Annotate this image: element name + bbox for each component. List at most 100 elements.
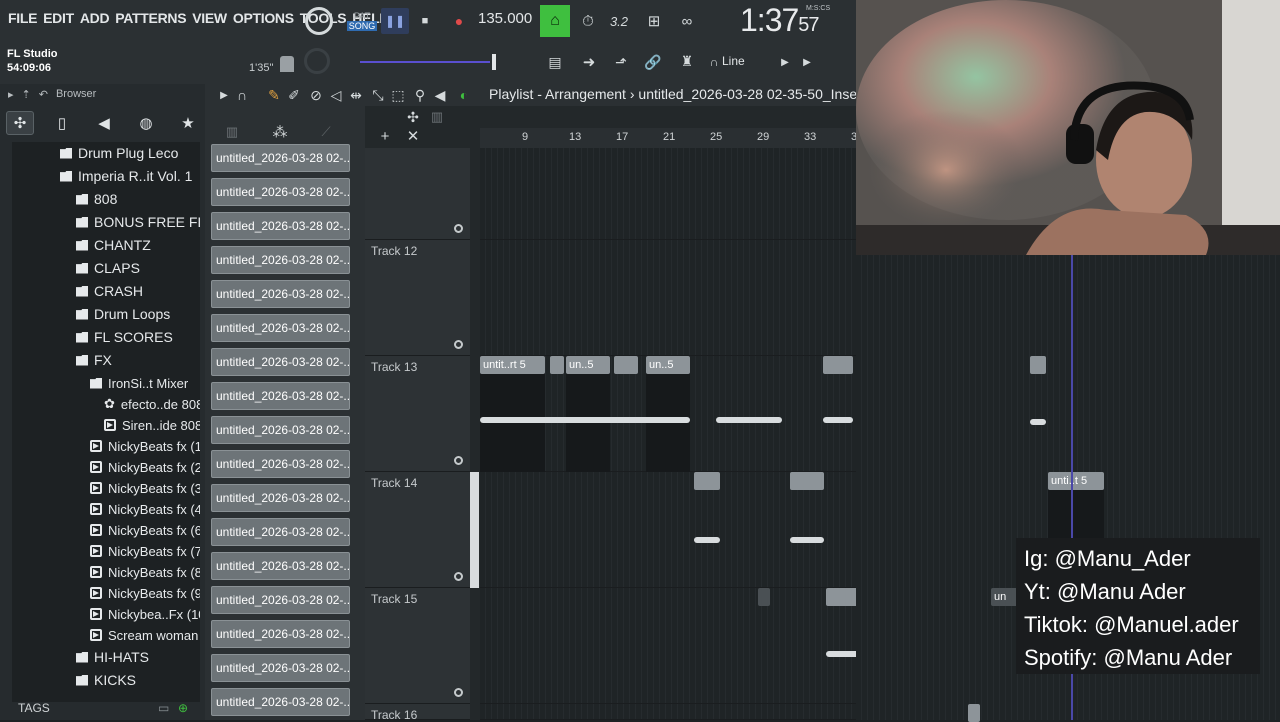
countdown-icon[interactable]: 3.2 <box>606 10 632 32</box>
clip-item[interactable]: untitled_2026-03-28 02-... <box>211 314 350 342</box>
record-icon[interactable]: ● <box>447 8 471 34</box>
clip-item[interactable]: untitled_2026-03-28 02-... <box>211 688 350 716</box>
tree-node[interactable]: CRASH <box>76 280 143 302</box>
audio-clip[interactable] <box>550 356 564 374</box>
tab-globe-icon[interactable]: ◍ <box>132 111 160 135</box>
master-volume-knob[interactable] <box>305 7 333 35</box>
tree-node[interactable]: Scream woman <box>90 624 198 646</box>
audio-clip[interactable]: un..5 <box>566 356 610 374</box>
track-mute-icon[interactable] <box>454 340 463 349</box>
tempo-display[interactable]: 135.000 <box>478 10 532 27</box>
delete-icon[interactable]: ⊘ <box>307 86 325 104</box>
tree-node[interactable]: Drum Loops <box>76 303 170 325</box>
tree-node[interactable]: IronSi..t Mixer <box>90 372 188 394</box>
menu-options[interactable]: OPTIONS <box>233 10 294 26</box>
clip-item[interactable]: untitled_2026-03-28 02-... <box>211 552 350 580</box>
track-mute-icon[interactable] <box>454 456 463 465</box>
audio-clip[interactable] <box>826 588 860 606</box>
audio-clip[interactable]: un..5 <box>646 356 690 374</box>
pat-song-toggle[interactable]: PAT SONG <box>346 6 378 36</box>
clip-item[interactable]: untitled_2026-03-28 02-... <box>211 586 350 614</box>
clip-item[interactable]: untitled_2026-03-28 02-... <box>211 178 350 206</box>
metronome-icon[interactable]: ⌂ <box>540 5 570 37</box>
clip-item[interactable]: untitled_2026-03-28 02-... <box>211 144 350 172</box>
folder-add-icon[interactable]: ▭ <box>158 701 169 715</box>
track-header[interactable]: Track 12 <box>365 240 470 356</box>
arrow-right-icon[interactable]: ➜ <box>578 52 600 72</box>
paint-icon[interactable]: ✐ <box>285 86 303 104</box>
arrangement-icon[interactable]: ◐ <box>455 86 473 104</box>
tree-node[interactable]: NickyBeats fx (2) <box>90 456 200 478</box>
snap-icon[interactable]: ∩ <box>706 52 722 72</box>
clip-item[interactable]: untitled_2026-03-28 02-... <box>211 620 350 648</box>
tree-node[interactable]: Drum Plug Leco <box>60 142 178 164</box>
tree-node[interactable]: HI-HATS <box>76 646 149 668</box>
snap-magnet-icon[interactable]: ♜ <box>676 50 698 72</box>
pitch-knob[interactable] <box>304 48 330 74</box>
tree-node[interactable]: NickyBeats fx (3) <box>90 477 200 499</box>
picker-automation-icon[interactable]: ⟋ <box>317 124 335 140</box>
track-mute-icon[interactable] <box>454 688 463 697</box>
tab-project-icon[interactable]: ▯ <box>48 111 76 135</box>
playback-icon[interactable]: ◀ <box>431 86 449 104</box>
clip-item[interactable]: untitled_2026-03-28 02-... <box>211 518 350 546</box>
clip-item[interactable]: untitled_2026-03-28 02-... <box>211 280 350 308</box>
browser-up-icon[interactable]: ⇡ <box>22 88 31 101</box>
tree-node[interactable]: Siren..ide 808 <box>104 414 200 436</box>
loop-record-icon[interactable]: ∞ <box>674 10 700 32</box>
track-header[interactable] <box>365 148 470 240</box>
tags-label[interactable]: TAGS <box>18 701 50 715</box>
browser-menu-icon[interactable]: ▸ <box>8 88 14 101</box>
browser-back-icon[interactable]: ↶ <box>39 88 48 101</box>
tree-node[interactable]: 808 <box>76 188 117 210</box>
tree-node[interactable]: Imperia R..it Vol. 1 <box>60 165 192 187</box>
audio-clip[interactable] <box>758 588 770 606</box>
menu-view[interactable]: VIEW <box>192 10 227 26</box>
snap-next-icon[interactable]: ▶ <box>778 52 792 72</box>
track-header[interactable]: Track 15 <box>365 588 470 704</box>
slice-icon[interactable]: ⤡ <box>369 86 387 104</box>
grid-icon[interactable]: ▥ <box>427 108 447 126</box>
track-mute-icon[interactable] <box>454 572 463 581</box>
clip-item[interactable]: untitled_2026-03-28 02-... <box>211 450 350 478</box>
tree-node[interactable]: NickyBeats fx (9) <box>90 582 200 604</box>
audio-clip[interactable] <box>823 356 853 374</box>
audio-clip[interactable] <box>790 472 824 490</box>
audio-clip[interactable] <box>1030 356 1046 374</box>
audio-clip[interactable]: unti..t 5 <box>1048 472 1104 490</box>
track-mute-icon[interactable] <box>454 224 463 233</box>
slip-icon[interactable]: ⇹ <box>347 86 365 104</box>
audio-clip[interactable]: untit..rt 5 <box>480 356 545 374</box>
tree-node[interactable]: KICKS <box>76 669 136 691</box>
plugin-icon[interactable]: ⬏ <box>610 52 632 72</box>
close-icon[interactable]: ✕ <box>405 128 421 145</box>
wait-icon[interactable]: ⏱ <box>576 10 600 32</box>
audio-clip[interactable] <box>694 472 720 490</box>
clip-item[interactable]: untitled_2026-03-28 02-... <box>211 212 350 240</box>
tree-node[interactable]: NickyBeats fx (4) <box>90 498 200 520</box>
clip-item[interactable]: untitled_2026-03-28 02-... <box>211 416 350 444</box>
magnet-icon[interactable]: ∩ <box>233 86 251 104</box>
pattern-slider[interactable] <box>360 54 500 70</box>
tree-node[interactable]: NickyBeats fx (6) <box>90 519 200 541</box>
zoom-icon[interactable]: ⚲ <box>411 86 429 104</box>
audio-clip[interactable] <box>968 704 980 722</box>
clip-item[interactable]: untitled_2026-03-28 02-... <box>211 654 350 682</box>
tree-node[interactable]: NickyBeats fx (7) <box>90 540 200 562</box>
tab-speaker-icon[interactable]: ◀ <box>90 111 118 135</box>
tab-favorite-icon[interactable]: ★ <box>174 111 202 135</box>
tree-node[interactable]: BONUS FREE FLP <box>76 211 200 233</box>
tree-node[interactable]: NickyBeats fx (8) <box>90 561 200 583</box>
menu-file[interactable]: FILE <box>8 10 37 26</box>
menu-add[interactable]: ADD <box>80 10 110 26</box>
picker-audio-icon[interactable]: ⁂ <box>269 122 291 142</box>
play-icon[interactable]: ❚❚ <box>381 8 409 34</box>
mute-icon[interactable]: ◁ <box>327 86 345 104</box>
tree-node[interactable]: CLAPS <box>76 257 140 279</box>
tree-node[interactable]: NickyBeats fx (1) <box>90 435 200 457</box>
playlist-menu-icon[interactable]: ▶ <box>217 86 231 104</box>
snap-arrow-icon[interactable]: ▶ <box>800 52 814 72</box>
snap-toggle-icon[interactable]: ✣ <box>403 108 423 126</box>
picker-pattern-icon[interactable]: ▥ <box>223 124 241 140</box>
clip-item[interactable]: untitled_2026-03-28 02-... <box>211 246 350 274</box>
